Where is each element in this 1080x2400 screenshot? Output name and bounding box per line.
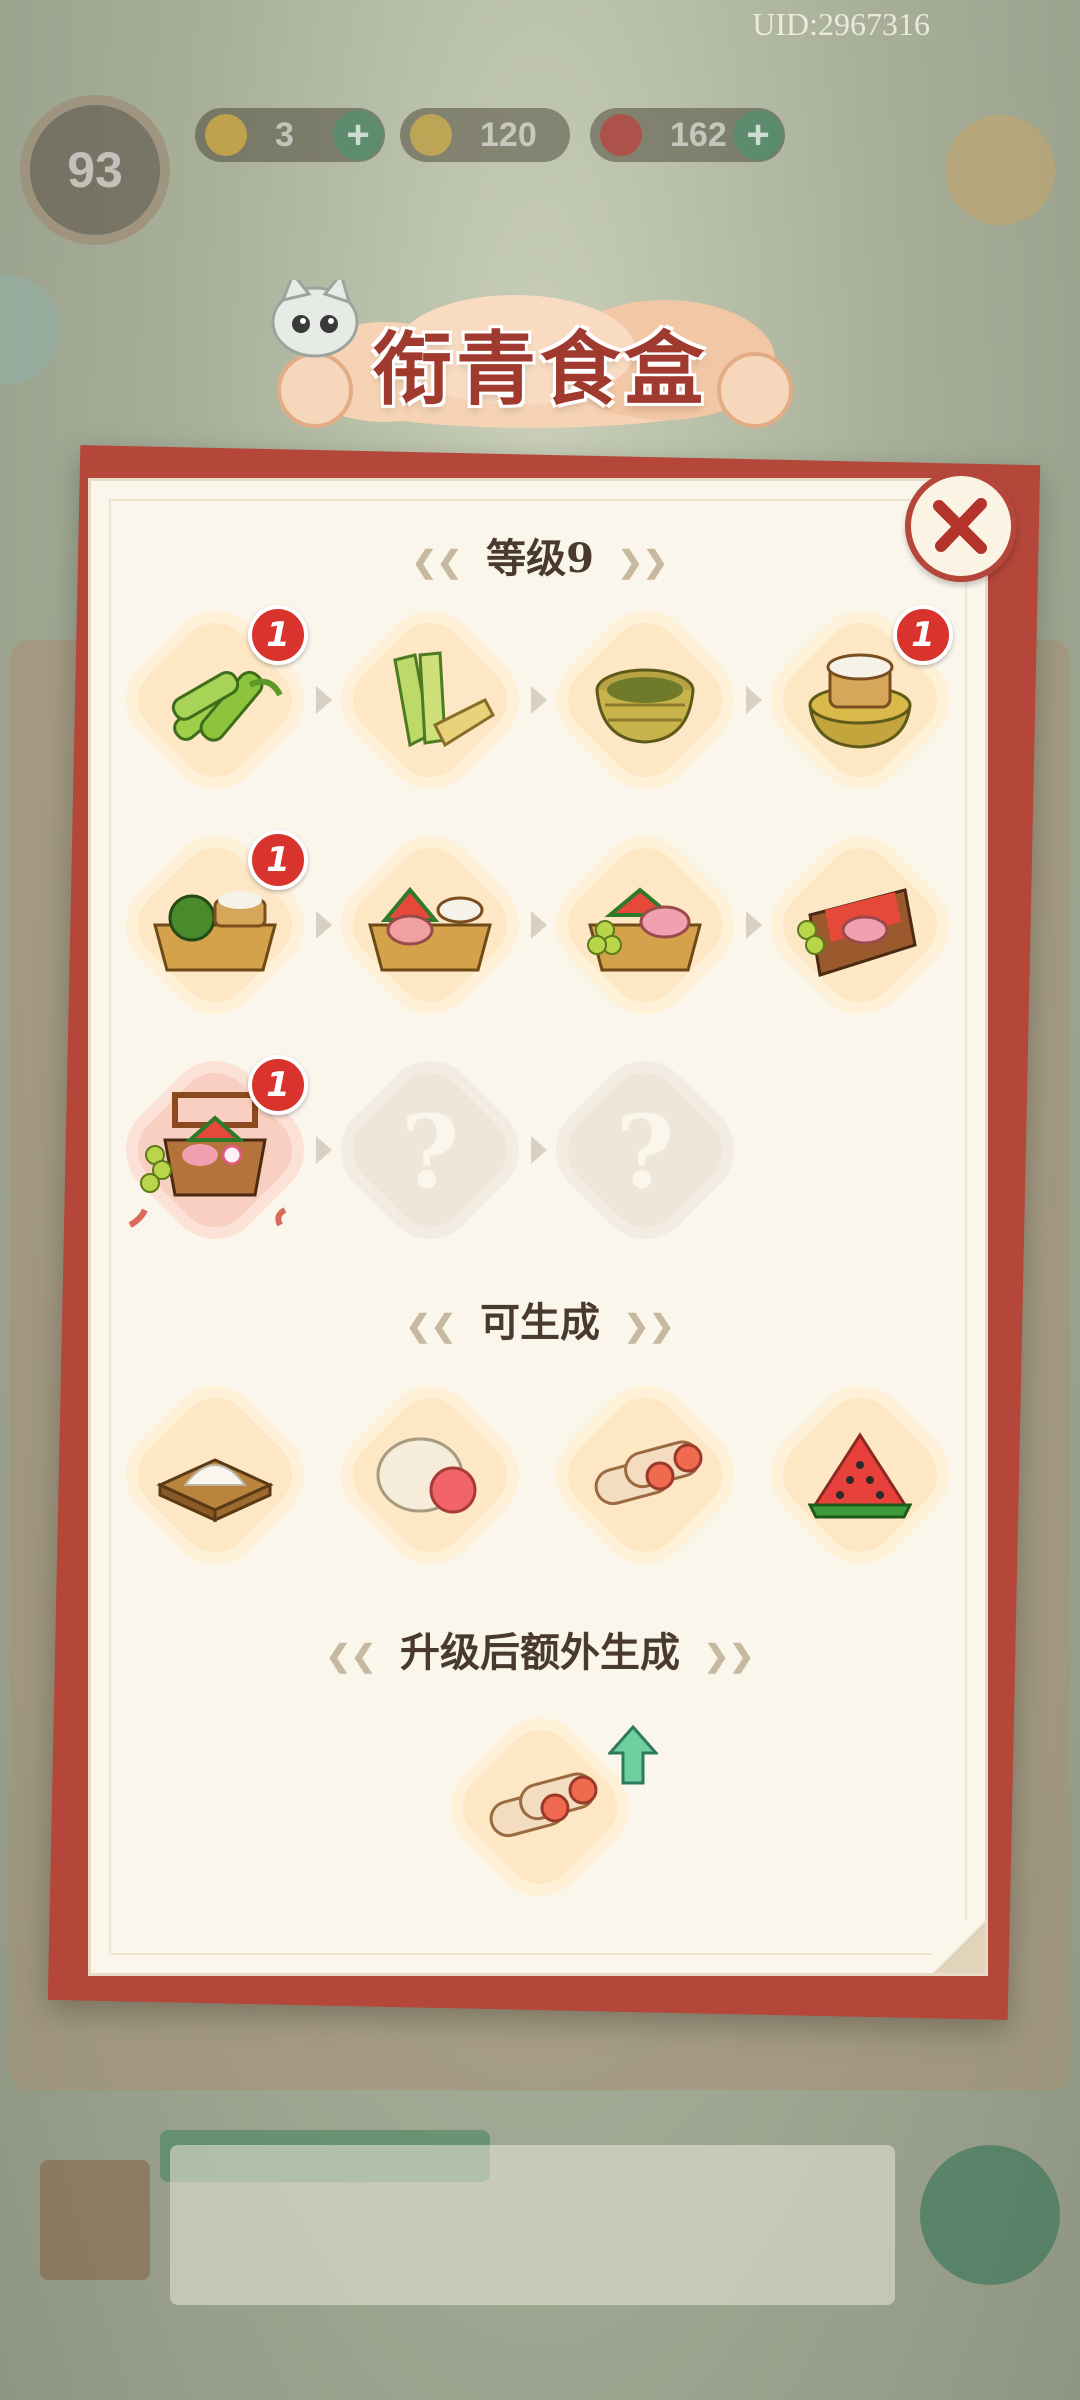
coin-icon (410, 114, 452, 156)
coin-value: 120 (480, 116, 537, 154)
wooden-picnic-box-icon (797, 888, 917, 977)
chain-item-8[interactable] (765, 830, 955, 1020)
background-character-icon (920, 2145, 1060, 2285)
generate-item-1[interactable] (120, 1380, 310, 1570)
gem-value: 162 (670, 116, 727, 154)
level-section-header: ❮❮ 等级9 ❯❯ (0, 526, 1080, 584)
gem-plus-icon: + (733, 110, 783, 160)
chain-arrow-icon (316, 1136, 332, 1164)
right-ornament-icon: ❯❯ (617, 544, 669, 580)
chain-item-locked-2[interactable]: ? (550, 1055, 740, 1245)
gem-icon (600, 114, 642, 156)
background-quest-card (170, 2145, 895, 2305)
generate-section-label: 可生成 (480, 1299, 600, 1346)
chain-arrow-icon (746, 911, 762, 939)
chain-arrow-icon (531, 911, 547, 939)
energy-value: 3 (275, 116, 294, 154)
dialog-title: 衔青食盒 (372, 322, 708, 416)
generate-section-header: ❮❮ 可生成 ❯❯ (0, 1290, 1080, 1348)
chain-arrow-icon (316, 686, 332, 714)
left-ornament-icon: ❮❮ (411, 544, 463, 580)
chain-item-4[interactable]: 1 (765, 605, 955, 795)
chain-item-6[interactable] (335, 830, 525, 1020)
chain-arrow-icon (746, 686, 762, 714)
chain-item-1[interactable]: 1 (120, 605, 310, 795)
question-mark-icon: ? (400, 1093, 460, 1211)
spring-rolls-icon (594, 1440, 703, 1506)
chain-item-3[interactable] (550, 605, 740, 795)
new-badge: 1 (248, 605, 308, 665)
chain-item-2[interactable] (335, 605, 525, 795)
background-shop-icon (40, 2160, 150, 2280)
question-mark-icon: ? (615, 1093, 675, 1211)
gem-pill: 162 + (590, 108, 785, 162)
chain-item-5[interactable]: 1 (120, 830, 310, 1020)
right-ornament-icon: ❯❯ (704, 1638, 755, 1674)
upgrade-section-header: ❮❮ 升级后额外生成 ❯❯ (0, 1620, 1080, 1678)
steamed-buns-icon (376, 1437, 477, 1514)
watermelon-slice-icon (807, 1432, 913, 1519)
flour-tray-icon (156, 1458, 274, 1523)
new-badge: 1 (893, 605, 953, 665)
spring-rolls-icon (489, 1772, 598, 1838)
level-section-label: 等级9 (486, 535, 594, 582)
bamboo-slats-icon (393, 651, 495, 748)
generate-item-2[interactable] (335, 1380, 525, 1570)
energy-plus-icon: + (333, 110, 383, 160)
right-ornament-icon: ❯❯ (624, 1308, 675, 1344)
left-ornament-icon: ❮❮ (405, 1308, 456, 1344)
new-badge: 1 (248, 1055, 308, 1115)
chain-arrow-icon (531, 1136, 547, 1164)
chain-item-9[interactable]: 1 (120, 1055, 310, 1245)
left-ornament-icon: ❮❮ (325, 1638, 376, 1674)
chain-item-locked-1[interactable]: ? (335, 1055, 525, 1245)
upgrade-item-1[interactable] (445, 1712, 635, 1902)
woven-basket-icon (595, 668, 695, 744)
coin-pill: 120 (400, 108, 570, 162)
energy-icon (205, 114, 247, 156)
basket-grapes-ham-icon (587, 887, 702, 972)
page-curl (933, 1921, 985, 1973)
upgrade-arrow-icon (608, 1725, 658, 1785)
generate-item-4[interactable] (765, 1380, 955, 1570)
chain-arrow-icon (316, 911, 332, 939)
chain-arrow-icon (531, 686, 547, 714)
chain-item-7[interactable] (550, 830, 740, 1020)
background-avatar-icon (945, 115, 1055, 225)
basket-ham-rice-icon (368, 886, 492, 972)
upgrade-section-label: 升级后额外生成 (400, 1629, 680, 1676)
new-badge: 1 (248, 830, 308, 890)
uid-label: UID:2967316 (752, 6, 930, 42)
generate-item-3[interactable] (550, 1380, 740, 1570)
energy-pill: 3 + (195, 108, 385, 162)
player-level-badge: 93 (20, 95, 170, 245)
